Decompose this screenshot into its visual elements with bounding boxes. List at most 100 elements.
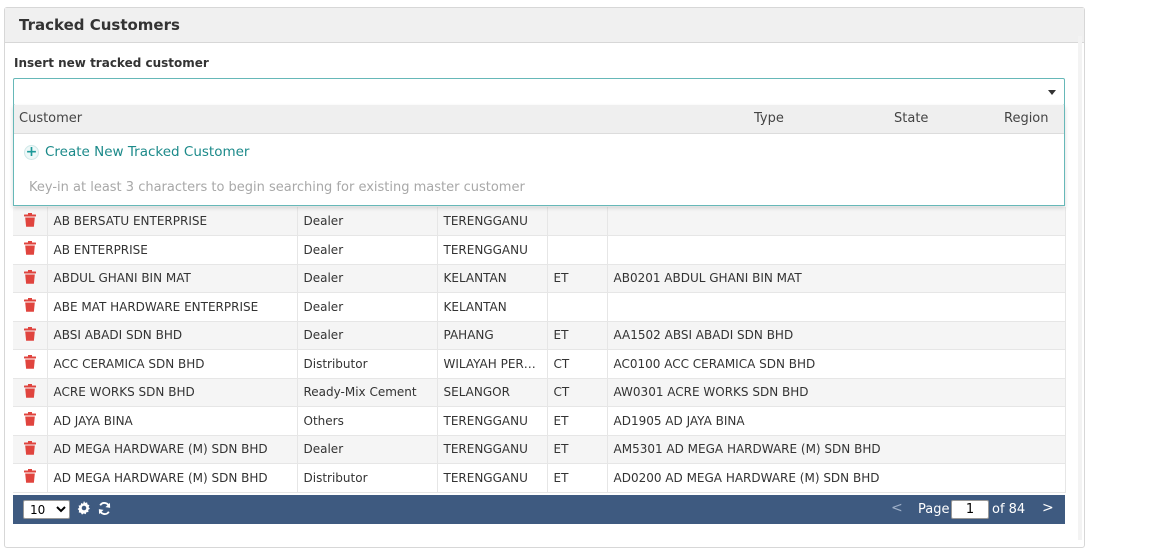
cell-region bbox=[547, 207, 608, 236]
row-action-cell bbox=[13, 349, 48, 379]
customer-dropdown: Customer Type State Region + Create New … bbox=[13, 105, 1065, 206]
cell-state: PAHANG bbox=[437, 321, 548, 350]
table-row: ACRE WORKS SDN BHD Ready-Mix Cement SELANG… bbox=[13, 378, 1066, 407]
next-page-button[interactable]: > bbox=[1042, 500, 1054, 516]
cell-region: ET bbox=[547, 321, 608, 350]
cell-region bbox=[547, 235, 608, 265]
prev-page-button[interactable]: < bbox=[891, 500, 903, 516]
cell-region: ET bbox=[547, 264, 608, 293]
table-row: ABSI ABADI SDN BHD Dealer PAHANG ET AA1502 A… bbox=[13, 321, 1066, 350]
cell-type: Dealer bbox=[297, 321, 438, 350]
cell-master-customer bbox=[607, 207, 1066, 236]
cell-master-customer: AM5301 AD MEGA HARDWARE (M) SDN BHD bbox=[607, 435, 1066, 464]
trash-icon[interactable] bbox=[23, 440, 37, 455]
table-row: ACC CERAMICA SDN BHD Distributor WILAYAH P… bbox=[13, 349, 1066, 379]
cell-master-customer: AD0200 AD MEGA HARDWARE (M) SDN BHD bbox=[607, 463, 1066, 493]
plus-icon: + bbox=[24, 144, 39, 160]
row-action-cell bbox=[13, 378, 48, 407]
table-row: AB BERSATU ENTERPRISE Dealer TERENGGANU bbox=[13, 207, 1066, 236]
cell-master-customer bbox=[607, 292, 1066, 322]
cell-type: Others bbox=[297, 406, 438, 436]
page-label: Page bbox=[918, 502, 950, 517]
cell-master-customer: AA1502 ABSI ABADI SDN BHD bbox=[607, 321, 1066, 350]
dropdown-header: Customer Type State Region bbox=[14, 105, 1064, 134]
table-row: ABDUL GHANI BIN MAT Dealer KELANTAN ET AB020… bbox=[13, 264, 1066, 293]
cell-customer: ABSI ABADI SDN BHD bbox=[47, 321, 298, 350]
cell-state: WILAYAH PERSE... bbox=[437, 349, 548, 379]
trash-icon[interactable] bbox=[23, 269, 37, 284]
cell-type: Distributor bbox=[297, 349, 438, 379]
cell-region: ET bbox=[547, 435, 608, 464]
cell-type: Dealer bbox=[297, 292, 438, 322]
cell-type: Dealer bbox=[297, 235, 438, 265]
cell-type: Dealer bbox=[297, 435, 438, 464]
panel-title: Tracked Customers bbox=[19, 16, 180, 34]
cell-master-customer: AW0301 ACRE WORKS SDN BHD bbox=[607, 378, 1066, 407]
cell-master-customer: AB0201 ABDUL GHANI BIN MAT bbox=[607, 264, 1066, 293]
row-action-cell bbox=[13, 435, 48, 464]
dropdown-col-type: Type bbox=[754, 111, 784, 126]
page-number-input[interactable] bbox=[951, 500, 989, 519]
table-row: AD MEGA HARDWARE (M) SDN BHD Dealer TERENG… bbox=[13, 435, 1066, 464]
cell-state: KELANTAN bbox=[437, 264, 548, 293]
gear-icon[interactable] bbox=[77, 501, 91, 519]
cell-customer: AD JAYA BINA bbox=[47, 406, 298, 436]
dropdown-col-customer: Customer bbox=[19, 111, 83, 126]
panel-header: Tracked Customers bbox=[5, 8, 1084, 43]
cell-master-customer: AD1905 AD JAYA BINA bbox=[607, 406, 1066, 436]
panel-scroll-gutter bbox=[1078, 36, 1082, 540]
cell-state: TERENGGANU bbox=[437, 406, 548, 436]
cell-master-customer bbox=[607, 235, 1066, 265]
cell-customer: ABDUL GHANI BIN MAT bbox=[47, 264, 298, 293]
page-size-select[interactable]: 102050100 bbox=[23, 500, 70, 519]
cell-customer: AB ENTERPRISE bbox=[47, 235, 298, 265]
table-row: ABE MAT HARDWARE ENTERPRISE Dealer KELANTA… bbox=[13, 292, 1066, 322]
cell-region: CT bbox=[547, 378, 608, 407]
table-row: AB ENTERPRISE Dealer TERENGGANU bbox=[13, 235, 1066, 265]
trash-icon[interactable] bbox=[23, 383, 37, 398]
insert-customer-label: Insert new tracked customer bbox=[14, 56, 209, 70]
search-hint: Key-in at least 3 characters to begin se… bbox=[29, 180, 525, 195]
table-row: AD JAYA BINA Others TERENGGANU ET AD1905 AD … bbox=[13, 406, 1066, 436]
caret-down-icon[interactable] bbox=[1048, 90, 1056, 95]
refresh-icon[interactable] bbox=[97, 501, 112, 520]
cell-state: KELANTAN bbox=[437, 292, 548, 322]
create-tracked-customer-button[interactable]: + Create New Tracked Customer bbox=[24, 144, 249, 160]
cell-customer: ACRE WORKS SDN BHD bbox=[47, 378, 298, 407]
page-count-label: of 84 bbox=[992, 502, 1026, 517]
customer-grid: AB BERSATU ENTERPRISE Dealer TERENGGANU AB … bbox=[13, 207, 1066, 493]
row-action-cell bbox=[13, 264, 48, 293]
cell-state: TERENGGANU bbox=[437, 235, 548, 265]
row-action-cell bbox=[13, 321, 48, 350]
cell-state: SELANGOR bbox=[437, 378, 548, 407]
trash-icon[interactable] bbox=[23, 212, 37, 227]
cell-state: TERENGGANU bbox=[437, 435, 548, 464]
trash-icon[interactable] bbox=[23, 241, 37, 255]
customer-search-input[interactable] bbox=[14, 79, 1034, 105]
cell-type: Dealer bbox=[297, 264, 438, 293]
cell-customer: AD MEGA HARDWARE (M) SDN BHD bbox=[47, 463, 298, 493]
create-tracked-customer-label: Create New Tracked Customer bbox=[45, 144, 250, 160]
trash-icon[interactable] bbox=[23, 355, 37, 369]
customer-combobox[interactable] bbox=[13, 78, 1065, 106]
customer-table: AB BERSATU ENTERPRISE Dealer TERENGGANU AB … bbox=[13, 207, 1066, 493]
grid-pager: 102050100 < Page of 84 > bbox=[13, 495, 1065, 524]
trash-icon[interactable] bbox=[23, 412, 37, 426]
row-action-cell bbox=[13, 406, 48, 436]
cell-customer: ABE MAT HARDWARE ENTERPRISE bbox=[47, 292, 298, 322]
cell-type: Distributor bbox=[297, 463, 438, 493]
cell-region: CT bbox=[547, 349, 608, 379]
cell-region: ET bbox=[547, 463, 608, 493]
cell-customer: AB BERSATU ENTERPRISE bbox=[47, 207, 298, 236]
dropdown-col-state: State bbox=[894, 111, 929, 126]
cell-state: TERENGGANU bbox=[437, 463, 548, 493]
row-action-cell bbox=[13, 292, 48, 322]
trash-icon[interactable] bbox=[23, 298, 37, 312]
row-action-cell bbox=[13, 235, 48, 265]
trash-icon[interactable] bbox=[23, 469, 37, 483]
table-row: AD MEGA HARDWARE (M) SDN BHD Distributor T… bbox=[13, 463, 1066, 493]
cell-customer: AD MEGA HARDWARE (M) SDN BHD bbox=[47, 435, 298, 464]
trash-icon[interactable] bbox=[23, 326, 37, 341]
cell-region: ET bbox=[547, 406, 608, 436]
cell-type: Dealer bbox=[297, 207, 438, 236]
